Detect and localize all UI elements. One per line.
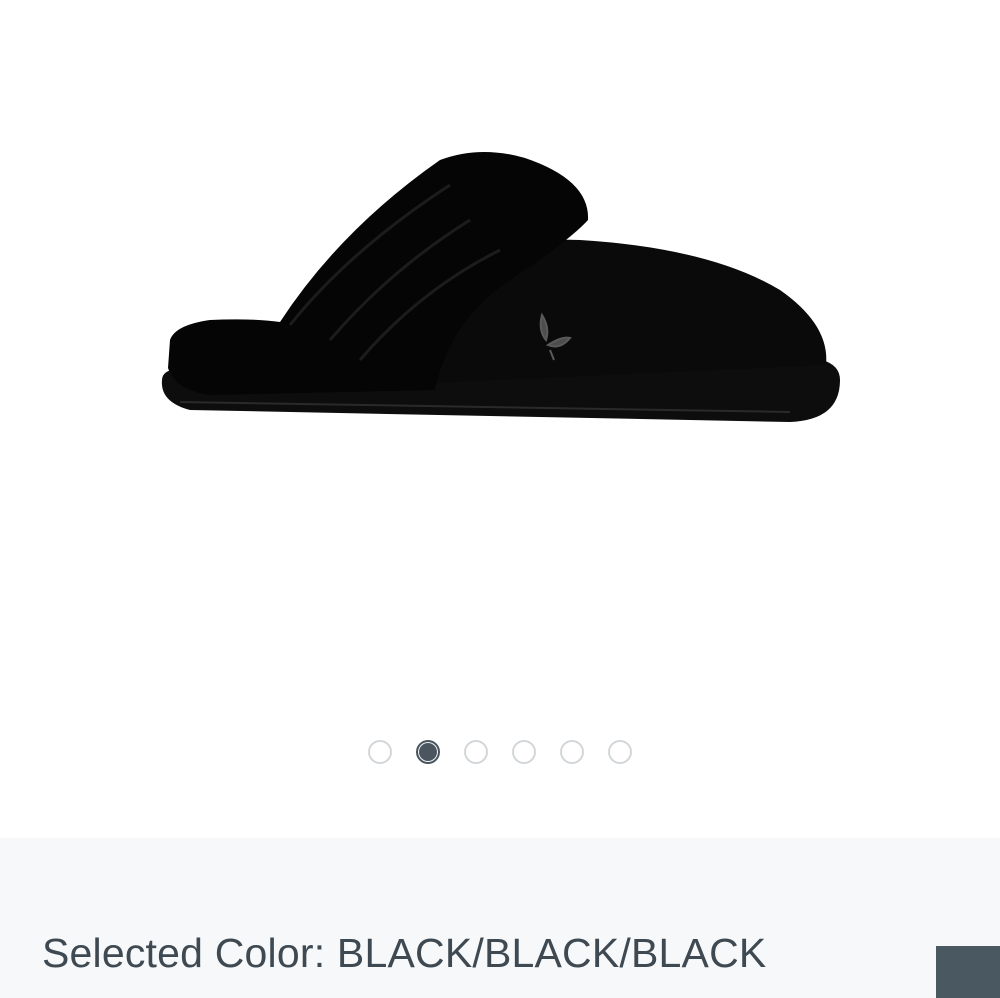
carousel-dot-2-active[interactable]	[416, 740, 440, 764]
product-image-slipper	[161, 151, 840, 422]
selected-color-label: Selected Color:	[42, 930, 326, 976]
carousel-dot-1[interactable]	[368, 740, 392, 764]
selected-color-text: Selected Color: BLACK/BLACK/BLACK	[42, 930, 766, 977]
carousel-dots	[0, 740, 1000, 768]
carousel-dot-6[interactable]	[608, 740, 632, 764]
carousel-dot-3[interactable]	[464, 740, 488, 764]
carousel-dot-5[interactable]	[560, 740, 584, 764]
product-page: Selected Color: BLACK/BLACK/BLACK	[0, 0, 1000, 998]
color-swatch[interactable]	[936, 946, 1000, 998]
selected-color-value: BLACK/BLACK/BLACK	[336, 930, 767, 976]
carousel-dot-4[interactable]	[512, 740, 536, 764]
product-image-gallery[interactable]	[0, 0, 1000, 838]
